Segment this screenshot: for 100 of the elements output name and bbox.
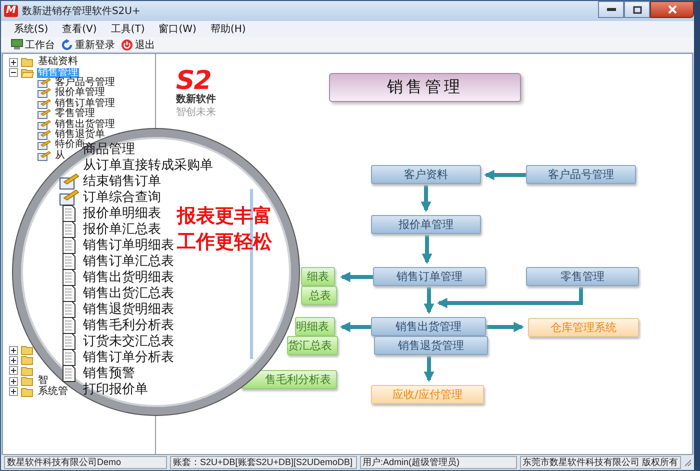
folder-icon: [21, 366, 34, 376]
form-icon: [59, 188, 79, 206]
expander-icon[interactable]: [9, 68, 18, 78]
logo-name: 数新软件: [176, 94, 216, 106]
folder-icon: [21, 355, 34, 366]
menu-entry[interactable]: 打印报价单: [83, 382, 148, 396]
menu-entry[interactable]: 销售出货汇总表: [83, 286, 174, 300]
menu-item[interactable]: 窗口(W): [154, 22, 206, 36]
power-icon: [121, 38, 133, 50]
report-node[interactable]: 货汇总表: [287, 336, 338, 355]
flow-node[interactable]: 客户品号管理: [526, 165, 636, 184]
logo-slogan: 智创未来: [176, 106, 216, 119]
form-icon: [37, 140, 51, 150]
menu-item[interactable]: 系统(S): [9, 22, 58, 36]
logo-mark: S2: [176, 68, 211, 94]
menu-entry[interactable]: 销售毛利分析表: [83, 318, 174, 332]
tree-item[interactable]: 智: [37, 376, 49, 386]
diagram-title: 销售管理: [329, 73, 521, 102]
slogan-text: 报表更丰富: [177, 204, 272, 229]
tree-item[interactable]: 客户品号管理: [54, 78, 116, 88]
expander-icon[interactable]: [9, 346, 18, 355]
flow-node[interactable]: 销售出货管理: [371, 317, 486, 336]
tree-item[interactable]: 基础资料: [37, 57, 79, 68]
menu-entry[interactable]: 销售预警: [83, 366, 135, 380]
toolbar-button[interactable]: 退出: [121, 38, 155, 52]
menu-entry[interactable]: 订单综合查询: [83, 190, 161, 204]
report-node[interactable]: 总表: [301, 286, 337, 305]
form-icon: [37, 88, 51, 98]
tree-item[interactable]: 零售管理: [54, 109, 96, 120]
folder-icon: [21, 386, 34, 397]
open-folder-icon: [21, 68, 34, 78]
expander-icon[interactable]: [9, 387, 18, 396]
menu-entry[interactable]: 从订单直接转成采购单: [83, 158, 213, 172]
window-title: 数新进销存管理软件S2U+: [22, 4, 140, 18]
form-icon: [37, 109, 51, 120]
menu-item[interactable]: 帮助(H): [205, 22, 255, 36]
report-node[interactable]: 售毛利分析表: [241, 370, 337, 389]
status-panel: 账套：S2U+DB[账套S2U+DB][S2UDemoDB]: [170, 456, 357, 469]
menu-item[interactable]: 查看(V): [57, 22, 106, 36]
arrow: [340, 322, 371, 332]
arrow: [484, 170, 526, 180]
menu-entry[interactable]: 报价单明细表: [83, 206, 161, 220]
app-icon: M: [4, 5, 18, 17]
close-button[interactable]: [650, 1, 694, 18]
expander-icon[interactable]: [9, 366, 18, 376]
menu-entry[interactable]: 商品管理: [83, 142, 135, 156]
menu-entry[interactable]: 销售退货明细表: [83, 302, 174, 316]
resize-grip-icon[interactable]: [684, 458, 692, 466]
arrow: [424, 287, 434, 314]
menu-entry[interactable]: 销售订单明细表: [83, 238, 174, 252]
arrow: [340, 272, 373, 282]
monitor-icon: [11, 39, 23, 50]
maximize-button[interactable]: [624, 1, 650, 18]
flow-node[interactable]: 销售订单管理: [373, 267, 486, 286]
arrow: [486, 322, 524, 332]
folder-icon: [21, 376, 34, 386]
menu-item[interactable]: 工具(T): [106, 22, 154, 36]
flow-node[interactable]: 报价单管理: [371, 215, 481, 234]
toolbar-button[interactable]: 工作台: [11, 38, 55, 52]
tree-item[interactable]: 销售退货单: [54, 130, 106, 140]
menu-entry[interactable]: 销售订单分析表: [83, 350, 174, 364]
tree-item[interactable]: 从: [54, 150, 66, 161]
tree-item[interactable]: 报价单管理: [54, 88, 106, 98]
status-panel: 数星软件科技有限公司Demo: [4, 456, 167, 469]
form-icon: [37, 150, 51, 161]
close-icon: [668, 5, 676, 14]
form-icon: [37, 120, 51, 130]
toolbar-button[interactable]: 重新登录: [61, 38, 115, 52]
refresh-icon: [61, 38, 73, 50]
menu-entry[interactable]: 结束销售订单: [83, 174, 161, 188]
flow-node[interactable]: 客户资料: [371, 165, 481, 184]
arrow: [420, 185, 432, 212]
form-icon: [37, 78, 51, 88]
status-panel: 用户:Admin(超级管理员): [360, 456, 517, 469]
minimize-icon: [606, 8, 616, 11]
folder-icon: [21, 345, 34, 356]
report-node[interactable]: 明细表: [295, 317, 335, 336]
form-icon: [59, 172, 79, 190]
report-node[interactable]: 细表: [301, 267, 335, 286]
form-icon: [37, 98, 51, 109]
expander-icon[interactable]: [9, 356, 18, 365]
folder-icon: [21, 57, 34, 68]
slogan-text: 工作更轻松: [177, 230, 272, 255]
flow-node[interactable]: 零售管理: [526, 267, 639, 286]
minimize-button[interactable]: [598, 1, 624, 18]
arrow: [424, 356, 434, 382]
form-icon: [37, 130, 51, 140]
menu-entry[interactable]: 报价单汇总表: [83, 222, 161, 236]
status-panel: 东莞市数星软件科技有限公司 版权所有: [520, 456, 682, 469]
arrow: [422, 235, 432, 264]
tree-item[interactable]: 系统管: [37, 386, 69, 397]
tree-item[interactable]: 销售出货管理: [54, 120, 116, 130]
menu-entry[interactable]: 销售出货明细表: [83, 270, 174, 284]
menu-entry[interactable]: 订货未交汇总表: [83, 334, 174, 348]
maximize-icon: [632, 6, 642, 14]
expander-icon[interactable]: [9, 376, 18, 386]
tree-item[interactable]: 销售订单管理: [54, 98, 116, 109]
menu-entry[interactable]: 销售订单汇总表: [83, 254, 174, 268]
flow-node[interactable]: 销售退货管理: [374, 336, 488, 355]
expander-icon[interactable]: [9, 58, 18, 67]
